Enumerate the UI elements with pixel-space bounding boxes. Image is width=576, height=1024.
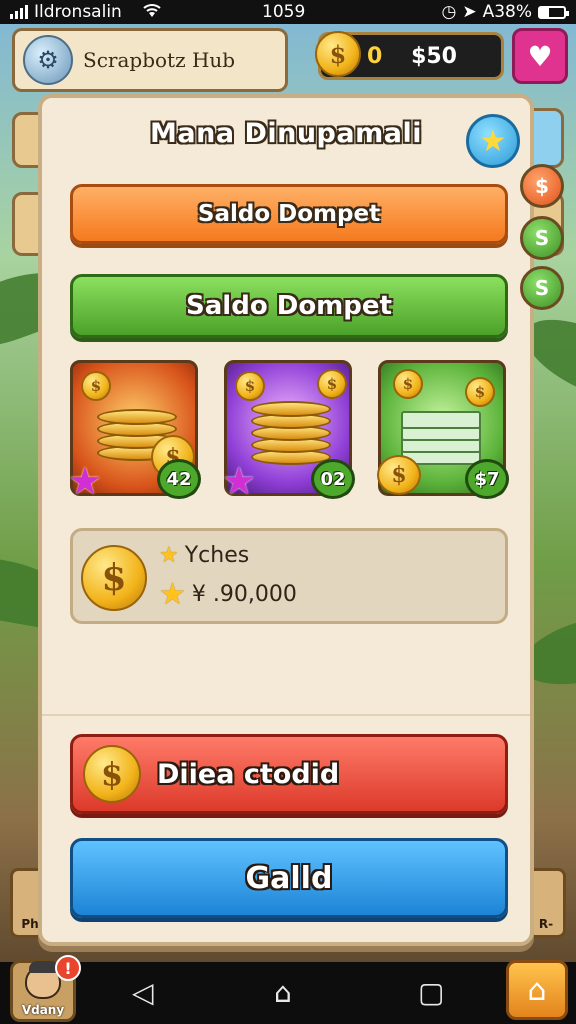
side-chip-orange[interactable]: $ xyxy=(520,164,564,208)
coin-pack-tile-1[interactable]: $ $ ★ 42 xyxy=(68,360,201,501)
tile-badge: $7 xyxy=(465,459,509,499)
coin-icon: $ xyxy=(81,545,147,611)
heart-button[interactable]: ♥ xyxy=(512,28,568,84)
blue-action-button[interactable]: Galld xyxy=(70,838,508,918)
star-icon: ★ xyxy=(159,577,186,612)
red-action-label: Diiea ctodid xyxy=(157,758,340,790)
system-nav-bar: ◁ ⌂ ▢ xyxy=(0,962,576,1024)
avatar-name: Vdany xyxy=(21,1003,65,1017)
currency-zero: 0 xyxy=(367,43,383,69)
tile-badge: 42 xyxy=(157,459,201,499)
coin-icon: $ xyxy=(235,371,265,401)
alarm-icon: ◷ xyxy=(441,2,457,22)
back-icon[interactable]: ◁ xyxy=(132,978,154,1008)
star-icon: ★ xyxy=(221,459,257,503)
currency-bar[interactable]: $ 0 $50 xyxy=(315,31,504,80)
currency-amount: $50 xyxy=(411,43,457,69)
recents-icon[interactable]: ▢ xyxy=(418,978,444,1008)
saldo-dompet-green-button[interactable]: Saldo Dompet xyxy=(70,274,508,338)
tile-badge: 02 xyxy=(311,459,355,499)
signal-icon xyxy=(10,5,28,19)
heart-icon: ♥ xyxy=(527,39,553,73)
balance-info-box: $ ★ Yches ★ ¥ .90,000 xyxy=(70,528,508,624)
coin-icon: $ xyxy=(377,455,421,495)
notification-badge: ! xyxy=(55,955,81,981)
wallet-panel: Mana Dinupamali ★ $ S S Saldo Dompet Sal… xyxy=(38,94,564,946)
saldo-dompet-orange-label: Saldo Dompet xyxy=(197,201,381,227)
wifi-icon xyxy=(142,2,162,23)
red-action-button[interactable]: $ Diiea ctodid xyxy=(70,734,508,814)
divider xyxy=(42,714,530,716)
side-chip-green-1[interactable]: S xyxy=(520,216,564,260)
cash-pack-tile-3[interactable]: $ $ $ $7 xyxy=(377,360,509,499)
clock: 1059 xyxy=(262,2,306,22)
location-icon: ➤ xyxy=(462,2,477,22)
coin-icon: $ xyxy=(83,745,141,803)
coin-pack-tile-2[interactable]: $ $ ★ 02 xyxy=(222,360,355,501)
hub-title: Scrapbotz Hub xyxy=(83,48,236,72)
cash-stack-icon xyxy=(401,403,489,469)
info-label: Yches xyxy=(184,543,250,568)
saldo-dompet-green-label: Saldo Dompet xyxy=(186,291,392,321)
panel-title: Mana Dinupamali xyxy=(150,118,422,149)
info-value: ¥ .90,000 xyxy=(191,582,297,607)
battery-percent: A38% xyxy=(482,2,532,22)
side-chip-green-2[interactable]: S xyxy=(520,266,564,310)
coin-icon: $ xyxy=(315,31,361,77)
coin-icon: $ xyxy=(317,369,347,399)
status-bar: Ildronsalin 1059 ◷ ➤ A38% xyxy=(0,0,576,24)
saldo-dompet-orange-button[interactable]: Saldo Dompet xyxy=(70,184,508,244)
home-icon: ⌂ xyxy=(527,972,547,1008)
home-nav-icon[interactable]: ⌂ xyxy=(274,978,292,1008)
hub-card[interactable]: ⚙ Scrapbotz Hub xyxy=(12,28,288,92)
hub-robot-icon: ⚙ xyxy=(23,35,73,85)
battery-icon xyxy=(538,5,569,19)
star-icon: ★ xyxy=(67,459,103,503)
coin-icon: $ xyxy=(393,369,423,399)
carrier-name: Ildronsalin xyxy=(34,2,122,22)
home-button[interactable]: ⌂ xyxy=(506,960,568,1020)
coin-icon: $ xyxy=(81,371,111,401)
star-icon: ★ xyxy=(159,543,179,568)
favorite-star-button[interactable]: ★ xyxy=(466,114,520,168)
star-icon: ★ xyxy=(479,123,507,159)
player-avatar[interactable]: Vdany ! xyxy=(10,955,81,1022)
blue-action-label: Galld xyxy=(245,860,333,896)
coin-stack-icon xyxy=(251,399,331,469)
